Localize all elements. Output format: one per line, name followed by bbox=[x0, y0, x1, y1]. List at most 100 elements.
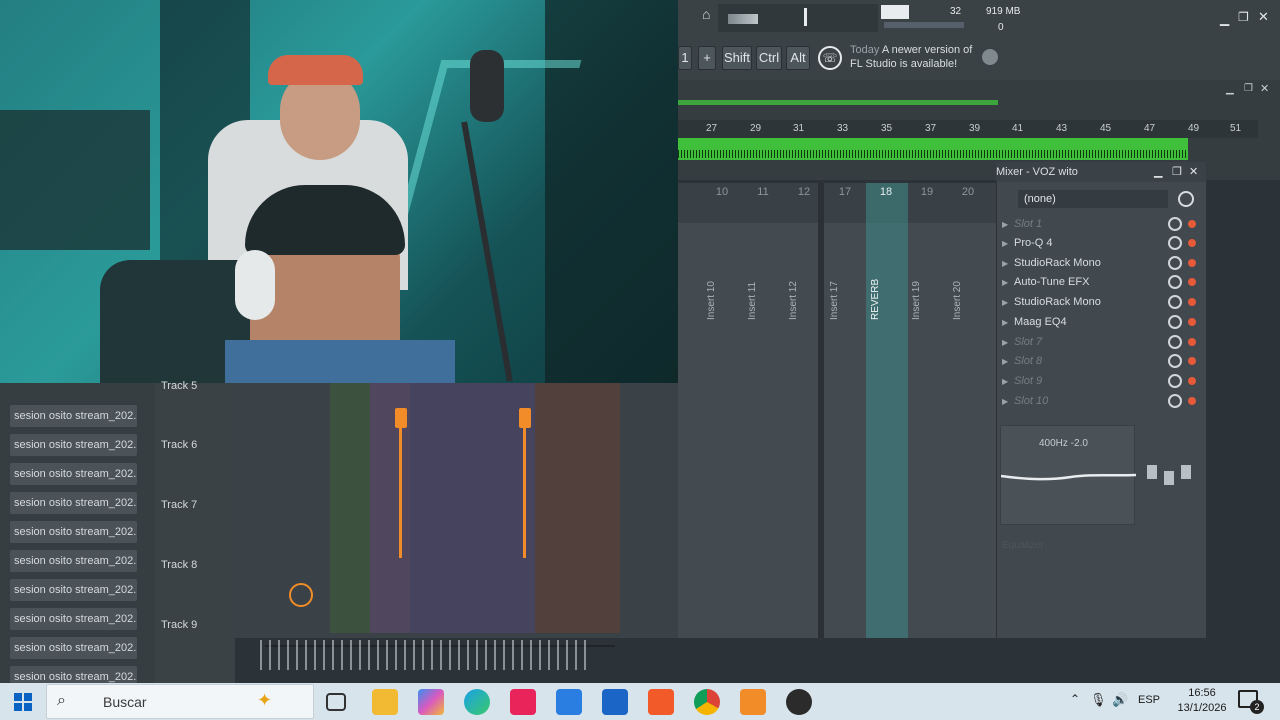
track-label[interactable]: Track 9 bbox=[161, 619, 197, 631]
brave-icon[interactable] bbox=[648, 689, 674, 715]
slot-mix-knob[interactable] bbox=[1168, 217, 1182, 231]
channel-button[interactable]: sesion osito stream_202... bbox=[10, 608, 137, 630]
insert-label[interactable]: Insert 10 bbox=[706, 230, 720, 320]
slot-enable-led[interactable] bbox=[1188, 397, 1196, 405]
volume-fader[interactable] bbox=[395, 408, 407, 428]
insert-label[interactable]: Insert 19 bbox=[911, 230, 925, 320]
slot-enable-led[interactable] bbox=[1188, 239, 1196, 247]
insert-label[interactable]: Insert 20 bbox=[952, 230, 966, 320]
eq-band-faders[interactable] bbox=[1143, 425, 1195, 525]
fx-slot[interactable]: ▶ Auto-Tune EFX bbox=[998, 273, 1202, 292]
eq-graph[interactable]: 400Hz -2.0 bbox=[1000, 425, 1136, 525]
channel-button[interactable]: sesion osito stream_202... bbox=[10, 492, 137, 514]
fx-slot[interactable]: ▶ Slot 1 bbox=[998, 215, 1202, 234]
channel-button[interactable]: sesion osito stream_202... bbox=[10, 405, 137, 427]
tray-chevron-icon[interactable]: ⌃ bbox=[1070, 692, 1080, 706]
slot-mix-knob[interactable] bbox=[1168, 315, 1182, 329]
shift-button[interactable]: Shift bbox=[722, 46, 752, 70]
fx-slot[interactable]: ▶ StudioRack Mono bbox=[998, 293, 1202, 312]
slot-mix-knob[interactable] bbox=[1168, 236, 1182, 250]
channel-button[interactable]: sesion osito stream_202... bbox=[10, 521, 137, 543]
taskbar-search[interactable]: ⌕ Buscar ✦ bbox=[46, 684, 314, 719]
mixer-restore-icon[interactable]: ❐ bbox=[1172, 162, 1182, 182]
ctrl-button[interactable]: Ctrl bbox=[756, 46, 782, 70]
fx-slot[interactable]: ▶ StudioRack Mono bbox=[998, 254, 1202, 273]
slot-enable-led[interactable] bbox=[1188, 357, 1196, 365]
chrome-icon[interactable] bbox=[694, 689, 720, 715]
audio-clip[interactable] bbox=[678, 138, 1188, 160]
channel-button[interactable]: sesion osito stream_202... bbox=[10, 550, 137, 572]
fl-studio-icon[interactable] bbox=[740, 689, 766, 715]
slot-enable-led[interactable] bbox=[1188, 220, 1196, 228]
channel-button[interactable]: sesion osito stream_202... bbox=[10, 434, 137, 456]
file-explorer-icon[interactable] bbox=[372, 689, 398, 715]
playlist-scroll-overview[interactable] bbox=[678, 100, 998, 105]
mixer-minimize-icon[interactable]: ▁ bbox=[1154, 162, 1162, 182]
fx-slot[interactable]: ▶ Slot 7 bbox=[998, 333, 1202, 352]
language-indicator[interactable]: ESP bbox=[1138, 694, 1160, 706]
track-label[interactable]: Track 5 bbox=[161, 380, 197, 392]
windows-start-icon[interactable] bbox=[14, 693, 32, 711]
playlist-close-icon[interactable]: ✕ bbox=[1260, 82, 1269, 95]
channel-button[interactable]: sesion osito stream_202... bbox=[10, 666, 137, 683]
channel-button[interactable]: sesion osito stream_202... bbox=[10, 637, 137, 659]
slot-mix-knob[interactable] bbox=[1168, 256, 1182, 270]
fx-slot[interactable]: ▶ Slot 10 bbox=[998, 392, 1202, 411]
fx-slot[interactable]: ▶ Slot 8 bbox=[998, 352, 1202, 371]
slot-enable-led[interactable] bbox=[1188, 278, 1196, 286]
volume-icon[interactable]: 🔊 bbox=[1112, 692, 1128, 708]
slot-mix-knob[interactable] bbox=[1168, 354, 1182, 368]
fx-slot[interactable]: ▶ Slot 9 bbox=[998, 372, 1202, 391]
insert-label[interactable]: Insert 11 bbox=[747, 230, 761, 320]
restore-icon[interactable]: ❐ bbox=[1238, 10, 1249, 24]
microphone-icon[interactable]: 🎙 bbox=[1090, 692, 1107, 708]
copilot-icon[interactable] bbox=[418, 689, 444, 715]
ruler-bar: 45 bbox=[1100, 123, 1112, 134]
outlook-icon[interactable] bbox=[602, 689, 628, 715]
minimize-icon[interactable]: ▁ bbox=[1220, 12, 1229, 26]
slot-enable-led[interactable] bbox=[1188, 338, 1196, 346]
slot-mix-knob[interactable] bbox=[1168, 295, 1182, 309]
playlist-minimize-icon[interactable]: ▁ bbox=[1226, 84, 1234, 95]
send-knob[interactable] bbox=[289, 583, 313, 607]
channel-button[interactable]: sesion osito stream_202... bbox=[10, 579, 137, 601]
waveform-clip[interactable] bbox=[260, 640, 590, 670]
fx-slot[interactable]: ▶ Pro-Q 4 bbox=[998, 234, 1202, 253]
slot-mix-knob[interactable] bbox=[1168, 374, 1182, 388]
slot-mix-knob[interactable] bbox=[1168, 394, 1182, 408]
volume-fader[interactable] bbox=[519, 408, 531, 428]
update-globe-icon[interactable] bbox=[982, 49, 998, 65]
fx-slot[interactable]: ▶ Maag EQ4 bbox=[998, 313, 1202, 332]
insert-label[interactable]: Insert 17 bbox=[829, 230, 843, 320]
obs-icon[interactable] bbox=[786, 689, 812, 715]
hint-speaker-icon[interactable]: ☏ bbox=[818, 46, 842, 70]
tiktok-icon[interactable] bbox=[510, 689, 536, 715]
alt-button[interactable]: Alt bbox=[786, 46, 810, 70]
ruler-bar: 37 bbox=[925, 123, 937, 134]
slot-enable-led[interactable] bbox=[1188, 318, 1196, 326]
slot-enable-led[interactable] bbox=[1188, 298, 1196, 306]
preset-selector[interactable]: (none) bbox=[1018, 190, 1168, 208]
mixer-close-icon[interactable]: ✕ bbox=[1189, 162, 1198, 182]
insert-label[interactable]: REVERB bbox=[870, 230, 884, 320]
add-pattern-button[interactable]: + bbox=[698, 46, 716, 70]
channel-button[interactable]: sesion osito stream_202... bbox=[10, 463, 137, 485]
timeline-ruler[interactable]: 27 29 31 33 35 37 39 41 43 45 47 49 51 bbox=[678, 120, 1258, 138]
playlist-restore-icon[interactable]: ❐ bbox=[1244, 83, 1253, 94]
track-label[interactable]: Track 8 bbox=[161, 559, 197, 571]
track-label[interactable]: Track 7 bbox=[161, 499, 197, 511]
slot-mix-knob[interactable] bbox=[1168, 335, 1182, 349]
mixer-title-bar[interactable]: Mixer - VOZ wito ▁ ❐ ✕ bbox=[996, 162, 1206, 182]
close-icon[interactable]: ✕ bbox=[1258, 9, 1269, 25]
task-view-icon[interactable] bbox=[326, 693, 346, 711]
track-label[interactable]: Track 6 bbox=[161, 439, 197, 451]
slot-enable-led[interactable] bbox=[1188, 259, 1196, 267]
edge-icon[interactable] bbox=[464, 689, 490, 715]
slot-mix-knob[interactable] bbox=[1168, 275, 1182, 289]
routing-clock-icon[interactable] bbox=[1178, 191, 1194, 207]
slot-enable-led[interactable] bbox=[1188, 377, 1196, 385]
system-clock[interactable]: 16:56 13/1/2026 bbox=[1172, 686, 1232, 716]
pattern-selector[interactable]: 1 bbox=[678, 46, 692, 70]
store-icon[interactable] bbox=[556, 689, 582, 715]
insert-label[interactable]: Insert 12 bbox=[788, 230, 802, 320]
